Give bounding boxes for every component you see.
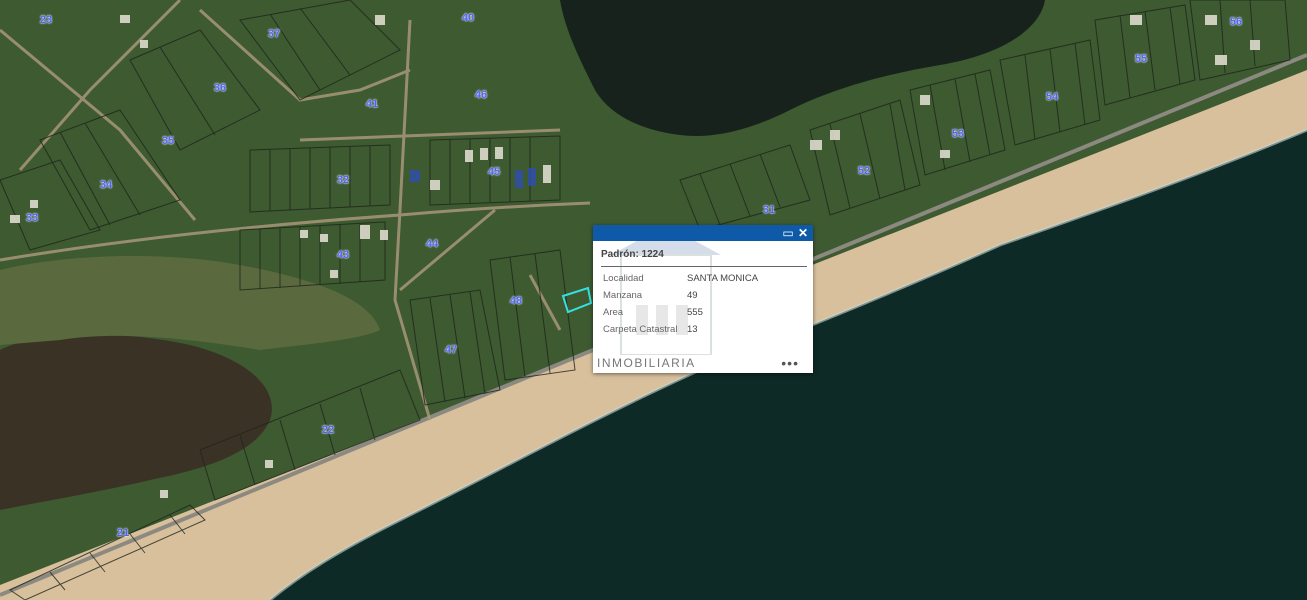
more-options-icon[interactable]: •••	[781, 355, 799, 371]
attribute-value: 49	[687, 290, 698, 301]
attribute-key: Localidad	[603, 273, 644, 284]
attribute-key: Carpeta Catastral	[603, 324, 678, 335]
watermark-label: INMOBILIARIA	[597, 356, 696, 370]
block-number-label: 34	[99, 179, 113, 191]
block-number-label: 52	[857, 165, 871, 177]
popup-title: Padrón: 1224	[601, 249, 664, 260]
block-number-label: 48	[509, 295, 523, 307]
block-number-label: 37	[267, 28, 281, 40]
attribute-value: SANTA MONICA	[687, 273, 759, 284]
attribute-row: Localidad SANTA MONICA	[603, 273, 803, 284]
block-number-label: 33	[25, 212, 39, 224]
block-number-label: 35	[161, 135, 175, 147]
attribute-key: Area	[603, 307, 624, 318]
block-number-label: 40	[461, 12, 475, 24]
block-number-label: 23	[39, 14, 53, 26]
block-number-label: 56	[1229, 16, 1243, 28]
attribute-row: Area 555	[603, 307, 803, 318]
block-number-label: 21	[116, 527, 130, 539]
attribute-value: 13	[687, 324, 698, 335]
popup-header: ▭ ✕	[593, 225, 813, 241]
block-number-label: 31	[762, 204, 776, 216]
attribute-value: 555	[687, 307, 703, 318]
attribute-row: Manzana 49	[603, 290, 803, 301]
block-number-label: 44	[425, 238, 439, 250]
block-number-label: 53	[951, 128, 965, 140]
maximize-icon[interactable]: ▭	[781, 226, 795, 240]
parcel-popup[interactable]: ▭ ✕ Padrón: 1224 Localidad SANTA MONICA M…	[593, 225, 813, 373]
block-number-label: 54	[1045, 91, 1059, 103]
attribute-key: Manzana	[603, 290, 643, 301]
block-number-label: 22	[321, 424, 335, 436]
block-number-label: 41	[365, 98, 379, 110]
block-number-label: 46	[474, 89, 488, 101]
popup-divider	[601, 266, 807, 267]
block-number-label: 43	[336, 249, 350, 261]
block-number-label: 36	[213, 82, 227, 94]
block-number-label: 47	[444, 344, 458, 356]
block-number-label: 32	[336, 174, 350, 186]
close-icon[interactable]: ✕	[796, 226, 810, 240]
block-number-label: 45	[487, 166, 501, 178]
attribute-row: Carpeta Catastral 13	[603, 324, 803, 335]
block-number-label: 55	[1134, 53, 1148, 65]
